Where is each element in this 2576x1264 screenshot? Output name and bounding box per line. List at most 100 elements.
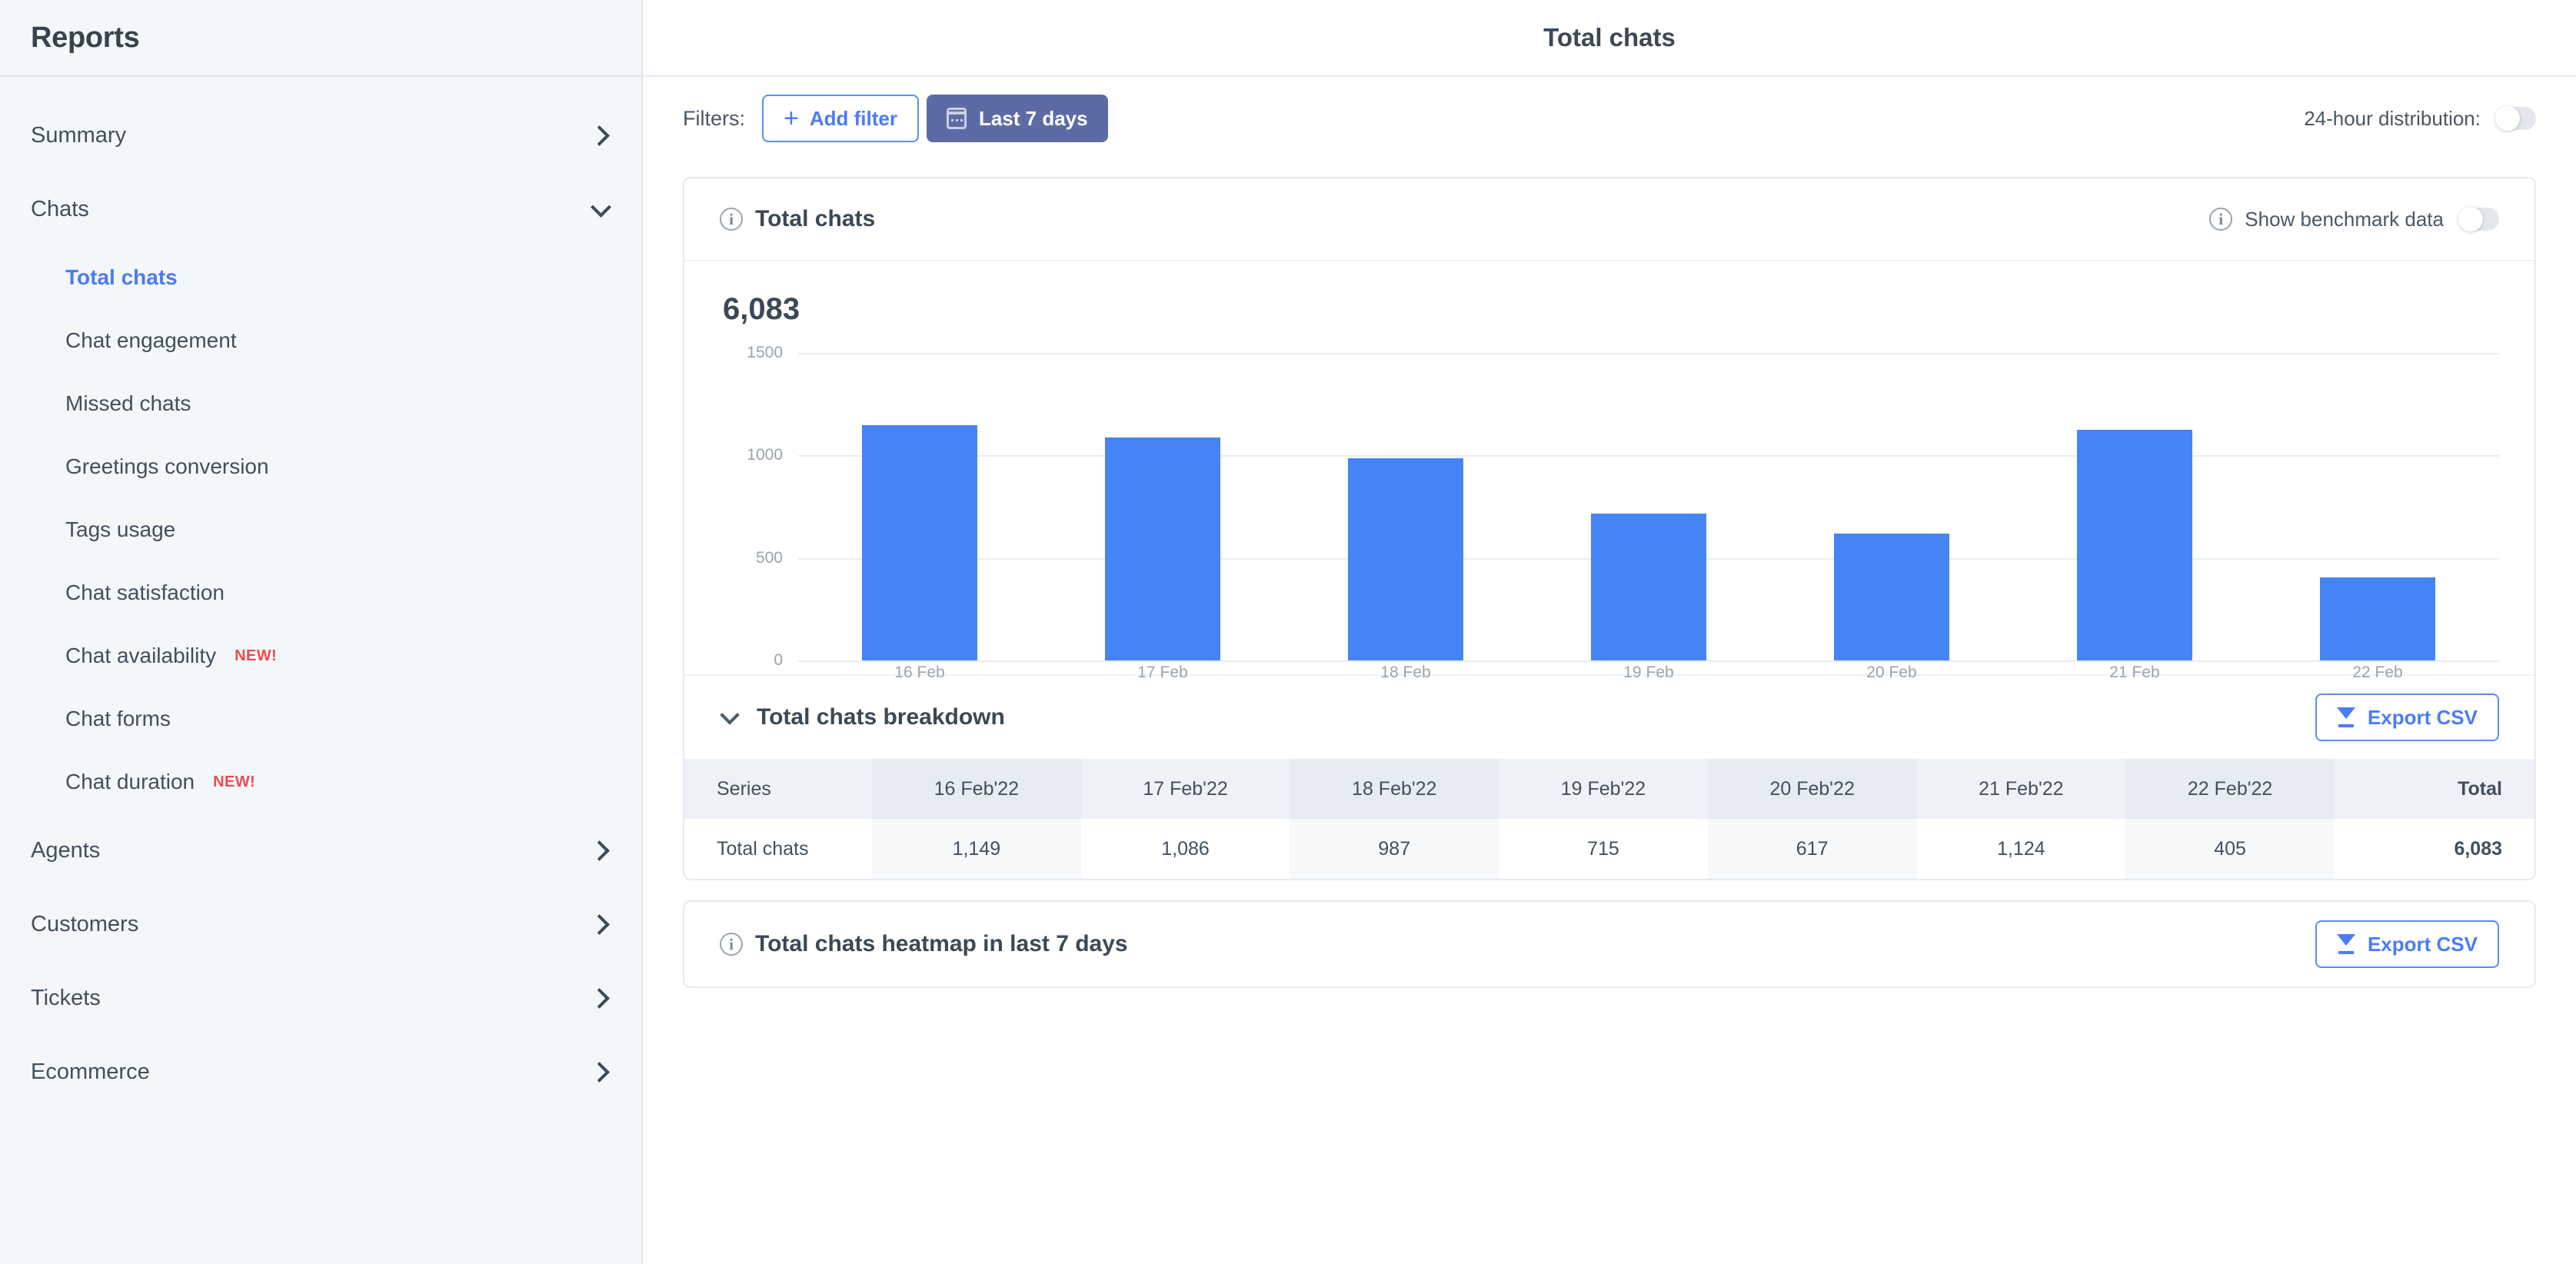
calendar-icon [946,108,967,129]
sidebar-item-chat-forms[interactable]: Chat forms [0,687,641,750]
sidebar-item-chat-satisfaction[interactable]: Chat satisfaction [0,561,641,624]
sidebar-item-missed-chats[interactable]: Missed chats [0,372,641,435]
sidebar-item-chats[interactable]: Chats [0,172,641,246]
report-title: Total chats [1543,23,1676,52]
card-header: i Total chats i Show benchmark data [684,178,2534,261]
add-filter-label: Add filter [809,106,897,130]
table-column-header: 20 Feb'22 [1707,759,1917,819]
x-axis-tick-label: 21 Feb [2109,664,2160,681]
date-range-button[interactable]: Last 7 days [926,95,1108,142]
export-csv-button[interactable]: Export CSV [2315,920,2499,968]
total-value: 6,083 [723,292,800,326]
table-column-header: 22 Feb'22 [2125,759,2335,819]
bar[interactable] [1105,437,1220,660]
table-column-header: Total [2335,759,2534,819]
bar-slot [2013,353,2256,660]
bar-slot [798,353,1041,660]
sidebar: Reports Summary Chats Total chats Chat e… [0,0,643,1264]
sidebar-item-label: Chat engagement [65,328,237,352]
heatmap-title: Total chats heatmap in last 7 days [755,931,1128,956]
sidebar-item-label: Greetings conversion [65,454,269,478]
table-header: Series 16 Feb'22 17 Feb'22 18 Feb'22 19 Feb'… [684,759,2534,819]
chevron-right-icon [591,988,611,1008]
table-column-header: 19 Feb'22 [1499,759,1708,819]
x-axis-tick-label: 20 Feb [1866,664,1917,681]
x-axis: 16 Feb 17 Feb 18 Feb 19 Feb 20 Feb 21 Feb 22 F… [798,664,2499,682]
bar[interactable] [1834,534,1949,660]
y-axis-tick-label: 0 [774,651,783,669]
x-axis-tick-label: 19 Feb [1623,664,1674,681]
y-axis-tick-label: 1000 [747,446,783,464]
heatmap-card: i Total chats heatmap in last 7 days Exp… [683,900,2536,988]
info-icon[interactable]: i [720,208,743,231]
y-axis: 0 500 1000 1500 [723,344,783,669]
x-axis-tick-label: 22 Feb [2352,664,2403,681]
sidebar-item-tickets[interactable]: Tickets [0,961,641,1035]
bar[interactable] [2077,430,2192,660]
sidebar-item-label: Ecommerce [31,1059,150,1084]
table-cell-value: 617 [1707,819,1917,879]
heatmap-header: i Total chats heatmap in last 7 days Exp… [684,902,2534,986]
sidebar-item-label: Chat availability [65,644,217,667]
sidebar-header: Reports [0,0,641,77]
sidebar-item-chat-duration[interactable]: Chat duration NEW! [0,750,641,813]
bar-series [798,353,2499,660]
table-column-header: 18 Feb'22 [1290,759,1499,819]
table-column-header: 17 Feb'22 [1080,759,1290,819]
bar-slot [1527,353,1770,660]
bar-chart: 0 500 1000 1500 16 Feb 17 Feb 18 Feb 19 Feb 20 … [723,344,2499,681]
benchmark-toggle[interactable] [2458,207,2499,231]
bar[interactable] [1591,514,1706,660]
download-icon [2336,707,2355,727]
card-title: Total chats [755,206,876,231]
x-axis-tick-label: 16 Feb [894,664,945,681]
top-bar: Total chats [643,0,2576,77]
table-cell-series: Total chats [717,837,809,860]
table-cell-total: 6,083 [2454,837,2502,860]
plus-icon: + [784,104,799,133]
bar[interactable] [2320,577,2435,660]
sidebar-item-label: Chat satisfaction [65,580,225,604]
sidebar-item-agents[interactable]: Agents [0,813,641,887]
sidebar-item-label: Summary [31,122,127,148]
table-row: Total chats 1,149 1,086 987 715 617 1,124 405 6,… [684,819,2534,879]
distribution-toggle[interactable] [2495,106,2536,131]
export-csv-button[interactable]: Export CSV [2315,694,2499,741]
bar[interactable] [1348,457,1463,660]
bar[interactable] [862,424,977,660]
chevron-right-icon [591,914,611,934]
app-root: Reports Summary Chats Total chats Chat e… [0,0,2576,1264]
chart-body: 6,083 0 500 1000 1500 16 Feb 17 Feb 18 Feb 19 … [684,261,2534,681]
filters-label: Filters: [683,106,745,130]
breakdown-header: Total chats breakdown Export CSV [684,674,2534,759]
x-axis-tick-label: 18 Feb [1380,664,1431,681]
new-badge: NEW! [235,647,278,664]
sidebar-item-customers[interactable]: Customers [0,887,641,961]
add-filter-button[interactable]: + Add filter [762,95,919,142]
sidebar-item-label: Tags usage [65,517,176,541]
info-icon[interactable]: i [720,933,743,956]
info-icon[interactable]: i [2209,208,2233,231]
sidebar-item-chat-availability[interactable]: Chat availability NEW! [0,624,641,687]
breakdown-title: Total chats breakdown [757,704,1005,730]
sidebar-item-tags-usage[interactable]: Tags usage [0,498,641,561]
chevron-right-icon [591,840,611,860]
sidebar-item-ecommerce[interactable]: Ecommerce [0,1035,641,1109]
chevron-down-icon[interactable] [720,707,740,727]
bar-slot [1041,353,1284,660]
page-title: Reports [31,21,140,54]
sidebar-item-label: Customers [31,911,139,936]
table-cell-value: 987 [1290,819,1499,879]
sidebar-item-label: Chats [31,196,89,221]
sidebar-item-greetings-conversion[interactable]: Greetings conversion [0,435,641,498]
sidebar-item-chat-engagement[interactable]: Chat engagement [0,309,641,372]
y-axis-tick-label: 1500 [747,344,783,361]
chevron-right-icon [591,1062,611,1082]
sidebar-item-label: Total chats [65,265,178,289]
sidebar-item-summary[interactable]: Summary [0,98,641,172]
sidebar-item-total-chats[interactable]: Total chats [0,246,641,309]
table-cell-value: 405 [2125,819,2335,879]
sidebar-item-label: Agents [31,837,101,863]
breakdown-table: Series 16 Feb'22 17 Feb'22 18 Feb'22 19 Feb'… [684,759,2534,879]
table-column-header: 21 Feb'22 [1916,759,2126,819]
